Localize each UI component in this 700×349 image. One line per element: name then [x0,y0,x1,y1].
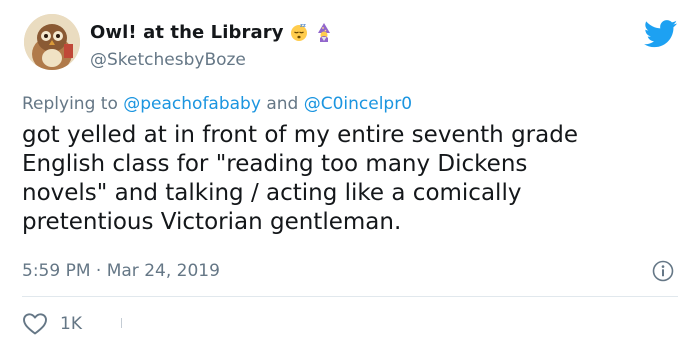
action-separator [121,318,122,328]
author-handle[interactable]: @SketchesbyBoze [90,50,246,70]
divider [22,296,678,297]
svg-text:zz: zz [300,23,306,29]
display-name[interactable]: Owl! at the Library [90,22,284,43]
replying-prefix: Replying to [22,94,118,114]
owl-avatar-image [24,14,80,70]
sleeping-face-icon: zz [290,23,307,41]
like-count: 1K [60,314,82,334]
tweet-text: got yelled at in front of my entire seve… [22,122,578,235]
replying-to: Replying to @peachofababy and @C0incelpr… [22,94,412,114]
heart-icon[interactable] [22,312,48,336]
twitter-bird-icon[interactable] [644,20,678,48]
tweet-card: Owl! at the Library zz @SketchesbyBoze R… [0,0,700,349]
mention-link-2[interactable]: @C0incelpr0 [304,94,412,114]
mage-icon [317,23,330,42]
tweet-timestamp[interactable]: 5:59 PM · Mar 24, 2019 [22,261,220,281]
tweet-date[interactable]: Mar 24, 2019 [107,261,220,281]
tweet-actions: 1K [22,312,82,336]
replying-conjunction: and [266,94,299,114]
avatar[interactable] [24,14,80,70]
tweet-time[interactable]: 5:59 PM [22,261,91,281]
author-name-row[interactable]: Owl! at the Library zz [90,20,334,44]
timestamp-separator: · [95,261,102,281]
info-icon[interactable] [652,260,674,282]
mention-link-1[interactable]: @peachofababy [123,94,261,114]
